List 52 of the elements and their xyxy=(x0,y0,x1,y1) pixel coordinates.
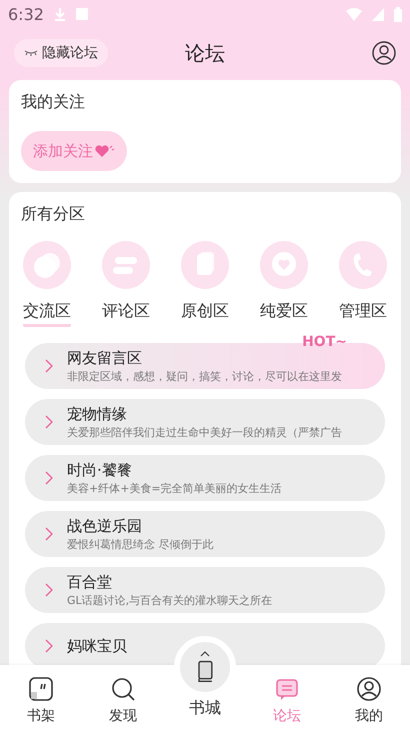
battery-icon xyxy=(394,6,402,22)
notification-icon xyxy=(76,8,88,20)
profile-icon xyxy=(355,675,383,703)
profile-icon[interactable] xyxy=(372,41,396,65)
notebook-icon xyxy=(27,675,55,703)
closed-eye-icon xyxy=(24,50,38,56)
chevron-right-icon xyxy=(45,527,53,541)
forum-name: 妈咪宝贝 xyxy=(67,636,127,656)
category-tab[interactable]: 纯爱区 xyxy=(260,241,308,327)
section-title: 所有分区 xyxy=(21,204,86,225)
forum-item[interactable]: 时尚·饕餮 美容+纤体+美食=完全简单美丽的女生生活 xyxy=(25,455,385,501)
forum-description: 爱恨纠葛情思绮念 尽倾倒于此 xyxy=(67,536,214,552)
chevron-right-icon xyxy=(45,415,53,429)
wifi-icon xyxy=(346,8,362,20)
chevron-right-icon xyxy=(45,583,53,597)
section-title: 我的关注 xyxy=(21,92,86,113)
hide-forum-button[interactable]: 隐藏论坛 xyxy=(14,39,108,67)
category-tab[interactable]: 交流区 xyxy=(23,241,71,327)
nav-tab[interactable]: 书架 xyxy=(0,665,82,729)
clock: 6:32 xyxy=(8,4,44,24)
forum-name: 百合堂 xyxy=(67,572,113,592)
category-icon xyxy=(339,241,387,289)
forum-item[interactable]: 战色逆乐园 爱恨纠葛情思绮念 尽倾倒于此 xyxy=(25,511,385,557)
nav-tab[interactable]: 我的 xyxy=(328,665,410,729)
forum-description: 关爱那些陪伴我们走过生命中美好一段的精灵（严禁广告 xyxy=(67,424,342,440)
chevron-right-icon xyxy=(45,359,53,373)
page-title: 论坛 xyxy=(185,40,225,64)
nav-tab[interactable]: 发现 xyxy=(82,665,164,729)
search-icon xyxy=(109,675,137,703)
forum-item[interactable]: 百合堂 GL话题讨论,与百合有关的灌水聊天之所在 xyxy=(25,567,385,613)
forum-description: 美容+纤体+美食=完全简单美丽的女生生活 xyxy=(67,480,282,496)
forum-name: 网友留言区 xyxy=(67,348,143,368)
category-icon xyxy=(181,241,229,289)
forum-name: 宠物情缘 xyxy=(67,404,128,424)
forum-description: GL话题讨论,与百合有关的灌水聊天之所在 xyxy=(67,592,272,608)
category-icon xyxy=(102,241,150,289)
signal-icon xyxy=(372,8,384,20)
category-tab[interactable]: 管理区 xyxy=(339,241,387,327)
chevron-right-icon xyxy=(45,471,53,485)
chevron-right-icon xyxy=(45,639,53,653)
forum-name: 时尚·饕餮 xyxy=(67,460,133,480)
category-icon xyxy=(23,241,71,289)
category-tab[interactable]: 原创区 xyxy=(181,241,229,327)
forum-name: 战色逆乐园 xyxy=(67,516,143,536)
heart-icon xyxy=(95,144,115,158)
forum-item[interactable]: 宠物情缘 关爱那些陪伴我们走过生命中美好一段的精灵（严禁广告 xyxy=(25,399,385,445)
forum-item[interactable]: 妈咪宝贝 xyxy=(25,623,385,665)
download-icon xyxy=(54,7,66,21)
category-icon xyxy=(260,241,308,289)
category-tab[interactable]: 评论区 xyxy=(102,241,150,327)
forum-description: 非限定区域，感想，疑问，搞笑，讨论，尽可以在这里发 xyxy=(67,368,342,384)
caret-up-icon xyxy=(200,651,210,657)
